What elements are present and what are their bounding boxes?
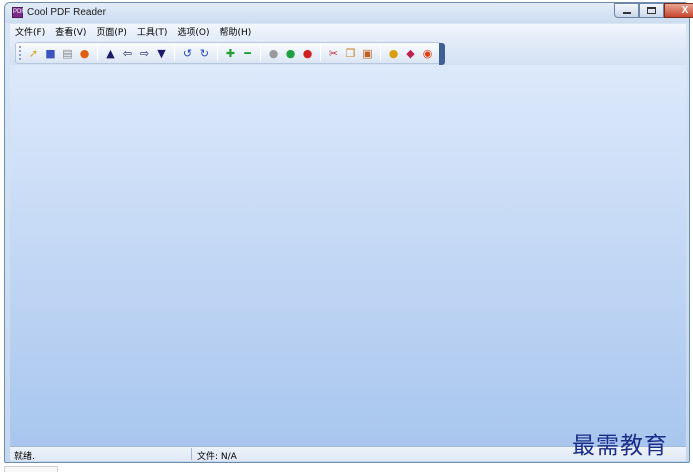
stop-button[interactable]: ◉ <box>420 46 435 61</box>
save-button[interactable]: ■ <box>43 46 58 61</box>
toolbar-separator <box>380 45 381 61</box>
close-button[interactable]: X <box>664 3 693 18</box>
rotate-left-button[interactable]: ↺ <box>180 46 195 61</box>
last-page-icon: ▼ <box>157 46 166 60</box>
rotate-right-icon: ↻ <box>199 46 210 60</box>
main-toolbar: ➚ ■ ▤ ● ▲ ⇦ ⇨ ▼ ↺ ↻ ✚ ━ ● ● ● ✂ ❐ ▣ ● ◆ ◉ <box>15 42 445 65</box>
book-icon: ◆ <box>406 46 415 60</box>
image-icon: ▣ <box>362 46 373 60</box>
prev-page-icon: ⇦ <box>122 46 133 60</box>
next-page-button[interactable]: ⇨ <box>137 46 152 61</box>
red-dot-button[interactable]: ● <box>300 46 315 61</box>
image-button[interactable]: ▣ <box>360 46 375 61</box>
status-divider <box>191 448 192 460</box>
cut-icon: ✂ <box>328 46 339 60</box>
green-dot-button[interactable]: ● <box>283 46 298 61</box>
last-page-button[interactable]: ▼ <box>154 46 169 61</box>
toolbar-separator <box>320 45 321 61</box>
info-button[interactable]: ● <box>77 46 92 61</box>
first-page-button[interactable]: ▲ <box>103 46 118 61</box>
menu-tools[interactable]: 工具(T) <box>132 25 173 38</box>
toolbar-separator <box>174 45 175 61</box>
menu-options[interactable]: 选项(O) <box>172 25 214 38</box>
globe-button[interactable]: ● <box>386 46 401 61</box>
taskbar-stub <box>4 466 58 472</box>
next-page-icon: ⇨ <box>139 46 150 60</box>
gray-dot-icon: ● <box>268 46 279 60</box>
status-file-info: 文件: N/A <box>197 452 237 462</box>
print-button[interactable]: ▤ <box>60 46 75 61</box>
toolbar-separator <box>260 45 261 61</box>
gray-dot-button[interactable]: ● <box>266 46 281 61</box>
toolbar-overflow-button[interactable] <box>439 43 445 65</box>
save-icon: ■ <box>45 46 56 60</box>
zoom-out-button[interactable]: ━ <box>240 46 255 61</box>
maximize-icon <box>647 7 656 14</box>
app-icon[interactable]: PDF <box>12 7 25 18</box>
title-bar[interactable]: PDF Cool PDF Reader <box>5 3 689 23</box>
minimize-icon <box>622 12 631 14</box>
toolbar-grip[interactable] <box>19 46 22 60</box>
open-button[interactable]: ➚ <box>26 46 41 61</box>
open-icon: ➚ <box>28 46 39 60</box>
stop-icon: ◉ <box>422 46 433 60</box>
menu-page[interactable]: 页面(P) <box>91 25 131 38</box>
watermark-text: 最需教育 <box>572 433 668 459</box>
rotate-right-button[interactable]: ↻ <box>197 46 212 61</box>
window-title: Cool PDF Reader <box>27 7 106 18</box>
book-button[interactable]: ◆ <box>403 46 418 61</box>
close-icon: X <box>681 4 689 16</box>
copy-button[interactable]: ❐ <box>343 46 358 61</box>
caption-buttons: X <box>614 3 693 18</box>
first-page-icon: ▲ <box>106 46 115 60</box>
menu-bar: 文件(F) 查看(V) 页面(P) 工具(T) 选项(O) 帮助(H) <box>10 24 686 39</box>
zoom-out-icon: ━ <box>244 46 251 60</box>
toolbar-separator <box>97 45 98 61</box>
menu-view[interactable]: 查看(V) <box>50 25 91 38</box>
document-area[interactable] <box>10 65 686 446</box>
zoom-in-icon: ✚ <box>225 46 236 60</box>
toolbar-separator <box>217 45 218 61</box>
menu-file[interactable]: 文件(F) <box>10 25 50 38</box>
red-dot-icon: ● <box>302 46 313 60</box>
minimize-button[interactable] <box>614 3 639 18</box>
copy-icon: ❐ <box>345 46 356 60</box>
menu-help[interactable]: 帮助(H) <box>214 25 256 38</box>
zoom-in-button[interactable]: ✚ <box>223 46 238 61</box>
globe-icon: ● <box>388 46 399 60</box>
toolbar-area: ➚ ■ ▤ ● ▲ ⇦ ⇨ ▼ ↺ ↻ ✚ ━ ● ● ● ✂ ❐ ▣ ● ◆ ◉ <box>10 39 686 65</box>
rotate-left-icon: ↺ <box>182 46 193 60</box>
print-icon: ▤ <box>62 46 73 60</box>
cut-button[interactable]: ✂ <box>326 46 341 61</box>
maximize-button[interactable] <box>639 3 664 18</box>
prev-page-button[interactable]: ⇦ <box>120 46 135 61</box>
green-dot-icon: ● <box>285 46 296 60</box>
status-text: 就绪. <box>14 452 35 462</box>
info-icon: ● <box>79 46 90 60</box>
app-window: PDF Cool PDF Reader 文件(F) 查看(V) 页面(P) 工具… <box>4 2 690 463</box>
